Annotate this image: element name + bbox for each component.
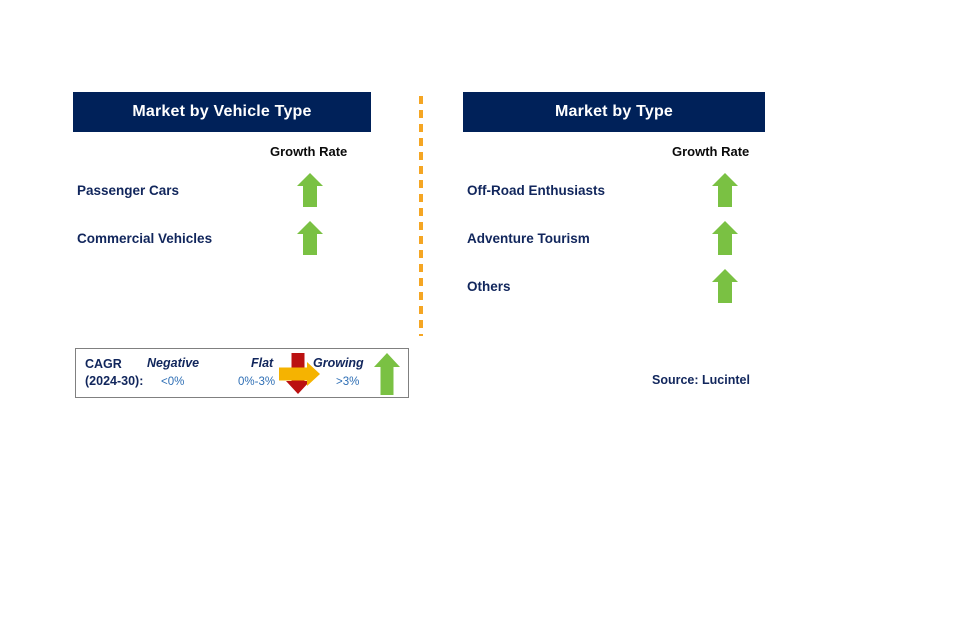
row-label-commercial-vehicles: Commercial Vehicles bbox=[77, 231, 213, 246]
arrow-up-icon bbox=[296, 220, 324, 256]
legend-cagr-line1: CAGR bbox=[85, 357, 122, 371]
growth-rate-label-left: Growth Rate bbox=[270, 144, 348, 159]
panel-header-type: Market by Type bbox=[463, 92, 765, 132]
infographic-canvas: Market by Vehicle Type Growth Rate Passe… bbox=[0, 0, 957, 622]
row-label-passenger-cars: Passenger Cars bbox=[77, 183, 180, 198]
row-label-others: Others bbox=[467, 279, 511, 294]
source-note: Source: Lucintel bbox=[652, 373, 750, 387]
legend-term-growing: Growing bbox=[313, 356, 364, 370]
vertical-dashed-divider bbox=[419, 96, 423, 336]
row-label-adventure-tourism: Adventure Tourism bbox=[467, 231, 590, 246]
arrow-up-icon bbox=[711, 220, 739, 256]
arrow-up-icon bbox=[373, 352, 401, 401]
legend-cagr-label: CAGR (2024-30): bbox=[85, 356, 143, 390]
row-label-off-road-enthusiasts: Off-Road Enthusiasts bbox=[467, 183, 606, 198]
arrow-up-icon bbox=[296, 172, 324, 208]
panel-title-vehicle-type: Market by Vehicle Type bbox=[132, 103, 312, 120]
arrow-up-icon bbox=[711, 268, 739, 304]
growth-rate-label-right: Growth Rate bbox=[672, 144, 750, 159]
legend-term-flat: Flat bbox=[251, 356, 274, 370]
panel-header-vehicle-type: Market by Vehicle Type bbox=[73, 92, 371, 132]
legend-cagr-line2: (2024-30): bbox=[85, 374, 144, 388]
cagr-legend-box: CAGR (2024-30): Negative <0% Flat 0%-3% … bbox=[75, 348, 409, 398]
legend-range-flat: 0%-3% bbox=[238, 376, 276, 388]
panel-title-type: Market by Type bbox=[554, 103, 674, 120]
legend-range-growing: >3% bbox=[336, 376, 360, 388]
arrow-up-icon bbox=[711, 172, 739, 208]
legend-term-negative: Negative bbox=[147, 356, 200, 370]
legend-range-negative: <0% bbox=[161, 376, 185, 388]
